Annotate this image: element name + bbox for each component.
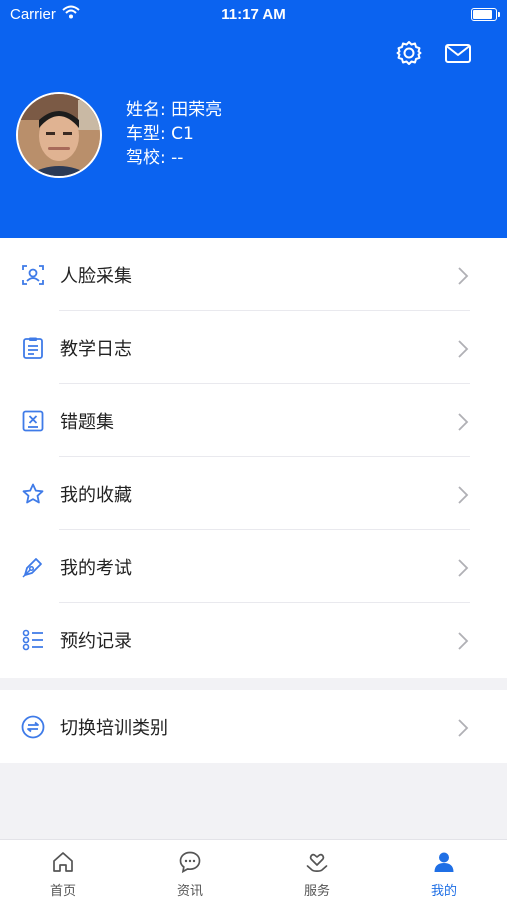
face-scan-icon [22, 265, 44, 285]
switch-arrows-icon [21, 715, 45, 739]
tab-label: 首页 [49, 884, 76, 899]
car-type-value: C1 [171, 124, 194, 144]
chevron-right-icon [458, 486, 469, 504]
tab-mine[interactable]: 我的 [381, 840, 507, 901]
chevron-right-icon [458, 632, 469, 650]
user-name: 田荣亮 [171, 100, 223, 120]
menu-item-face-capture[interactable]: 人脸采集 [0, 238, 507, 311]
wrong-questions-icon [22, 410, 44, 432]
chevron-right-icon [458, 719, 469, 737]
menu-item-label: 我的收藏 [60, 485, 132, 506]
name-row: 姓名: 田荣亮 [126, 98, 222, 122]
chevron-right-icon [458, 340, 469, 358]
heart-hand-icon [306, 853, 328, 872]
status-bar: Carrier 11:17 AM [0, 0, 507, 28]
battery-icon [471, 8, 500, 21]
mail-icon[interactable] [443, 38, 473, 68]
avatar[interactable] [16, 92, 102, 178]
switch-label: 切换培训类别 [60, 718, 168, 739]
school-value: -- [171, 148, 184, 168]
car-type-label: 车型: [126, 124, 166, 144]
chevron-right-icon [458, 559, 469, 577]
name-label: 姓名: [126, 100, 166, 120]
menu-item-label: 我的考试 [60, 558, 132, 579]
school-row: 驾校: -- [126, 146, 222, 170]
menu-item-appointments[interactable]: 预约记录 [0, 603, 507, 676]
menu-list: 人脸采集 教学日志 错题集 我的收藏 我的考试 预约记录 [0, 238, 507, 678]
tab-home[interactable]: 首页 [0, 840, 126, 901]
tab-label: 我的 [430, 884, 457, 899]
tab-news[interactable]: 资讯 [127, 840, 253, 901]
user-icon [434, 852, 454, 872]
chat-icon [179, 851, 201, 874]
profile-info: 姓名: 田荣亮 车型: C1 驾校: -- [126, 98, 222, 170]
star-icon [22, 483, 44, 504]
settings-gear-icon[interactable] [394, 38, 424, 68]
clipboard-icon [23, 337, 43, 359]
tab-label: 资讯 [176, 884, 203, 899]
menu-item-teaching-log[interactable]: 教学日志 [0, 311, 507, 384]
menu-item-label: 错题集 [60, 412, 114, 433]
menu-item-label: 预约记录 [60, 631, 132, 652]
menu-item-favorites[interactable]: 我的收藏 [0, 457, 507, 530]
tab-label: 服务 [303, 884, 330, 899]
menu-item-wrong-questions[interactable]: 错题集 [0, 384, 507, 457]
list-icon [22, 629, 43, 651]
menu-item-my-exams[interactable]: 我的考试 [0, 530, 507, 603]
status-time: 11:17 AM [221, 6, 286, 23]
school-label: 驾校: [126, 148, 166, 168]
switch-training-category[interactable]: 切换培训类别 [0, 690, 507, 763]
tab-services[interactable]: 服务 [254, 840, 380, 901]
home-icon [53, 852, 73, 872]
tab-bar: 首页 资讯 服务 我的 [0, 839, 507, 901]
avatar-photo [18, 94, 100, 176]
profile-header: Carrier 11:17 AM 姓名: 田荣亮 车型: C1 驾校: -- [0, 0, 507, 238]
chevron-right-icon [458, 267, 469, 285]
menu-item-label: 人脸采集 [60, 266, 132, 287]
car-type-row: 车型: C1 [126, 122, 222, 146]
chevron-right-icon [458, 413, 469, 431]
pen-icon [22, 558, 42, 578]
menu-item-label: 教学日志 [60, 339, 132, 360]
